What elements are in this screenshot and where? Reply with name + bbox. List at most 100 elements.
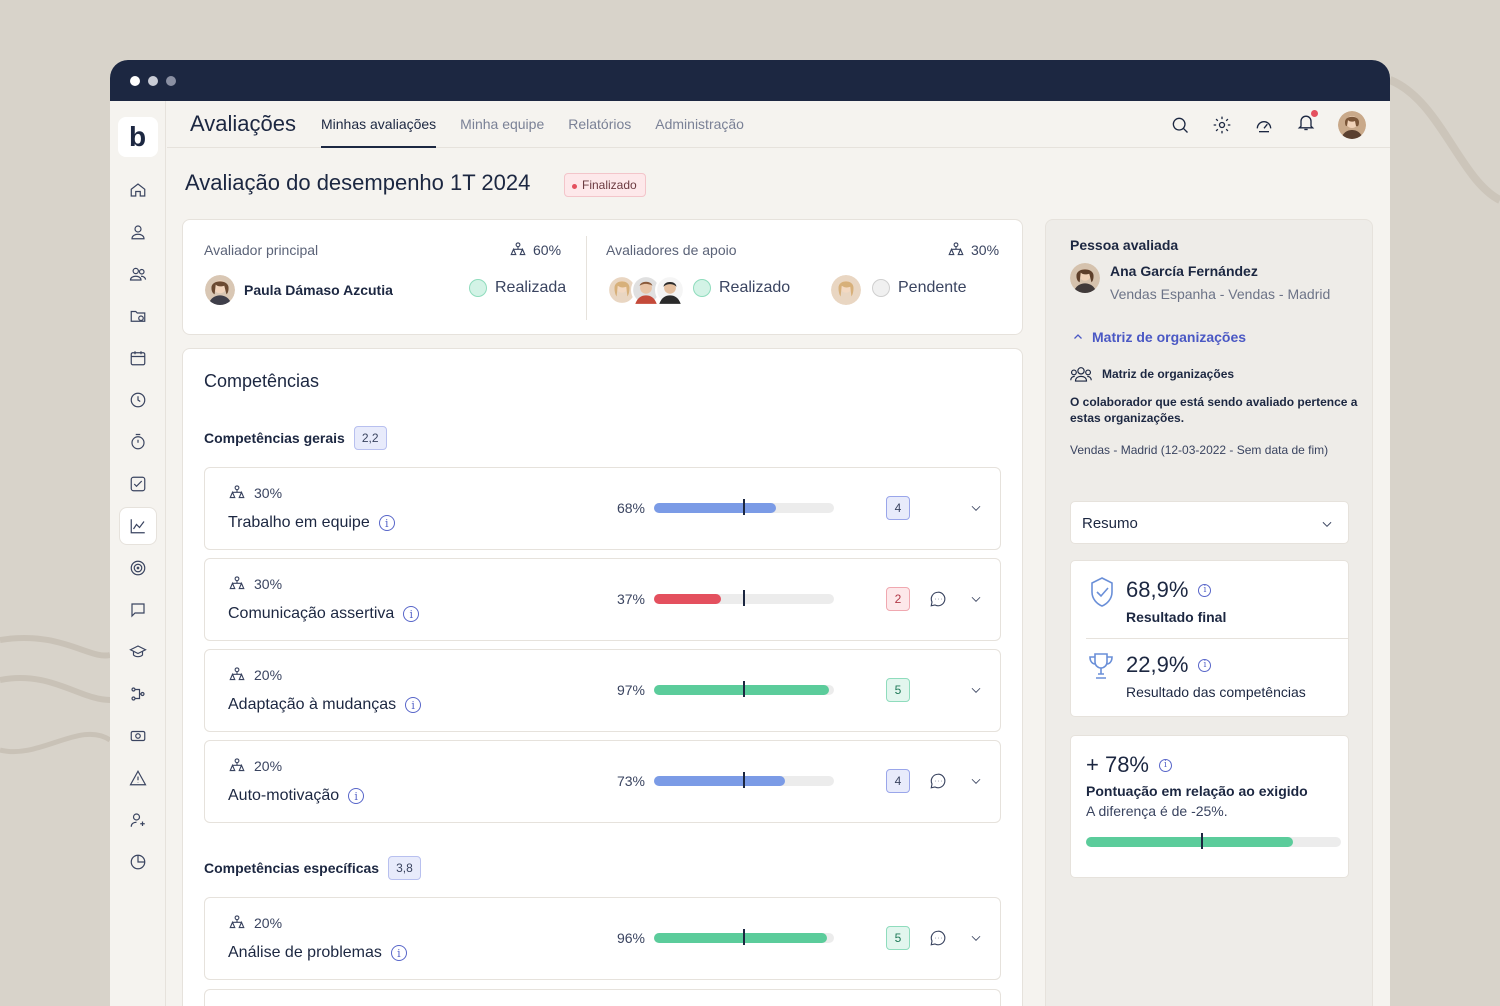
main-evaluator-label: Avaliador principal (204, 242, 319, 258)
competencies-card: Competências Competências gerais 2,2 Com… (182, 348, 1023, 1006)
competency-name-text: Análise de problemas (228, 944, 382, 961)
score-progress-bar (1086, 833, 1341, 849)
tab-relatorios[interactable]: Relatórios (568, 101, 631, 148)
progress-fill (654, 503, 777, 513)
chevron-down-icon[interactable] (969, 774, 983, 788)
page-title: Avaliação do desempenho 1T 2024 (185, 170, 531, 195)
warning-icon[interactable] (119, 759, 157, 797)
person-name: Ana García Fernández (1110, 263, 1258, 279)
notifications[interactable] (1296, 110, 1318, 137)
org-entry: Vendas - Madrid (12-03-2022 - Sem data d… (1070, 443, 1329, 457)
summary-select[interactable]: Resumo (1070, 501, 1349, 544)
person-panel: Pessoa avaliada Ana García Fernández Ven… (1045, 219, 1373, 1006)
competency-row[interactable]: 20% Adaptação à mudanças i 97% 5 (204, 649, 1001, 732)
main-evaluator-status: Realizada (469, 279, 566, 297)
person-avatar (1070, 263, 1100, 293)
info-icon[interactable]: i (405, 697, 422, 713)
stopwatch-icon[interactable] (119, 423, 157, 461)
competency-level-badge: 5 (886, 926, 910, 950)
info-icon[interactable]: i (1198, 658, 1212, 672)
pie-icon[interactable] (119, 843, 157, 881)
checkbox-icon[interactable] (119, 465, 157, 503)
person-department: Vendas Espanha - Vendas - Madrid (1110, 286, 1331, 302)
window-dot[interactable] (166, 75, 176, 86)
competency-result-label: Resultado das competências (1126, 684, 1306, 700)
done-status-icon (469, 279, 487, 297)
competency-row[interactable]: 30% Comunicação assertiva i 37% 2 (204, 558, 1001, 641)
tab-administracao[interactable]: Administração (655, 101, 744, 148)
competency-row[interactable] (204, 989, 1001, 1006)
chevron-down-icon[interactable] (969, 931, 983, 945)
competency-name-text: Auto-motivação (228, 787, 340, 804)
comment-icon[interactable] (929, 929, 947, 947)
comment-icon[interactable] (929, 772, 947, 790)
graduation-icon[interactable] (119, 633, 157, 671)
info-icon[interactable]: i (1159, 758, 1172, 772)
competency-name-text: Comunicação assertiva (228, 605, 395, 622)
competency-row[interactable]: 20% Auto-motivação i 73% 4 (204, 740, 1001, 823)
weight-value: 30% (254, 485, 283, 501)
weight-value: 20% (254, 667, 283, 683)
progress-fill (654, 594, 721, 604)
info-icon[interactable]: i (1198, 583, 1212, 597)
notification-dot (1311, 110, 1318, 117)
status-text: Realizado (719, 279, 791, 296)
required-marker (1200, 833, 1203, 849)
score-difference-text: A diferença é de -25%. (1086, 803, 1228, 819)
competency-progress-bar (654, 681, 834, 697)
support-evaluators-label: Avaliadores de apoio (606, 242, 737, 258)
chat-icon[interactable] (119, 591, 157, 629)
progress-fill (654, 776, 786, 786)
info-icon[interactable]: i (378, 515, 395, 531)
heading-text: Matriz de organizações (1102, 367, 1235, 381)
competency-weight: 30% (228, 575, 282, 593)
home-icon[interactable] (119, 171, 157, 209)
org-matrix-toggle[interactable]: Matriz de organizações (1072, 329, 1246, 345)
search-icon[interactable] (1170, 115, 1190, 135)
user-icon[interactable] (119, 213, 157, 251)
group-icon (1070, 367, 1092, 382)
app-logo[interactable]: b (117, 117, 158, 157)
weight-icon (229, 576, 245, 590)
users-icon[interactable] (119, 255, 157, 293)
weight-icon (948, 242, 964, 256)
chevron-down-icon[interactable] (969, 683, 983, 697)
competencies-title: Competências (204, 371, 320, 391)
weight-icon (229, 667, 245, 681)
tab-minhas-avaliacoes[interactable]: Minhas avaliações (321, 101, 437, 148)
support-evaluators-weight: 30% (947, 241, 999, 259)
chevron-down-icon[interactable] (969, 592, 983, 606)
competency-name: Comunicação assertiva i (228, 605, 420, 623)
info-icon[interactable]: i (390, 945, 407, 961)
competency-percent: 37% (616, 591, 645, 607)
tab-minha-equipe[interactable]: Minha equipe (460, 101, 544, 148)
comment-icon[interactable] (929, 590, 947, 608)
competency-row[interactable]: 20% Análise de problemas i 96% 5 (204, 897, 1001, 980)
calendar-icon[interactable] (119, 339, 157, 377)
results-card: 68,9% i Resultado final 22,9% i Resultad… (1070, 560, 1349, 717)
user-avatar[interactable] (1338, 110, 1366, 139)
status-text: Pendente (898, 279, 967, 296)
info-icon[interactable]: i (348, 788, 365, 804)
target-icon[interactable] (119, 549, 157, 587)
org-matrix-description: O colaborador que está sendo avaliado pe… (1070, 395, 1358, 425)
gear-icon[interactable] (1212, 115, 1232, 135)
required-marker (743, 772, 745, 788)
folder-icon[interactable] (119, 297, 157, 335)
gauge-icon[interactable] (1254, 115, 1274, 135)
workflow-icon[interactable] (119, 675, 157, 713)
badge-icon (1091, 577, 1113, 607)
clock-icon[interactable] (119, 381, 157, 419)
value-text: 68,9% (1126, 577, 1189, 602)
info-icon[interactable]: i (403, 606, 420, 622)
competency-result-value: 22,9% i (1126, 652, 1212, 678)
money-icon[interactable] (119, 717, 157, 755)
final-result-label: Resultado final (1126, 609, 1227, 625)
chevron-down-icon[interactable] (969, 501, 983, 515)
chart-icon[interactable] (118, 507, 157, 545)
user-plus-icon[interactable] (119, 801, 157, 839)
window-dot[interactable] (148, 75, 158, 86)
competency-row[interactable]: 30% Trabalho em equipe i 68% 4 (204, 467, 1001, 550)
window-dot[interactable] (130, 75, 140, 86)
status-badge: Finalizado (564, 173, 646, 197)
